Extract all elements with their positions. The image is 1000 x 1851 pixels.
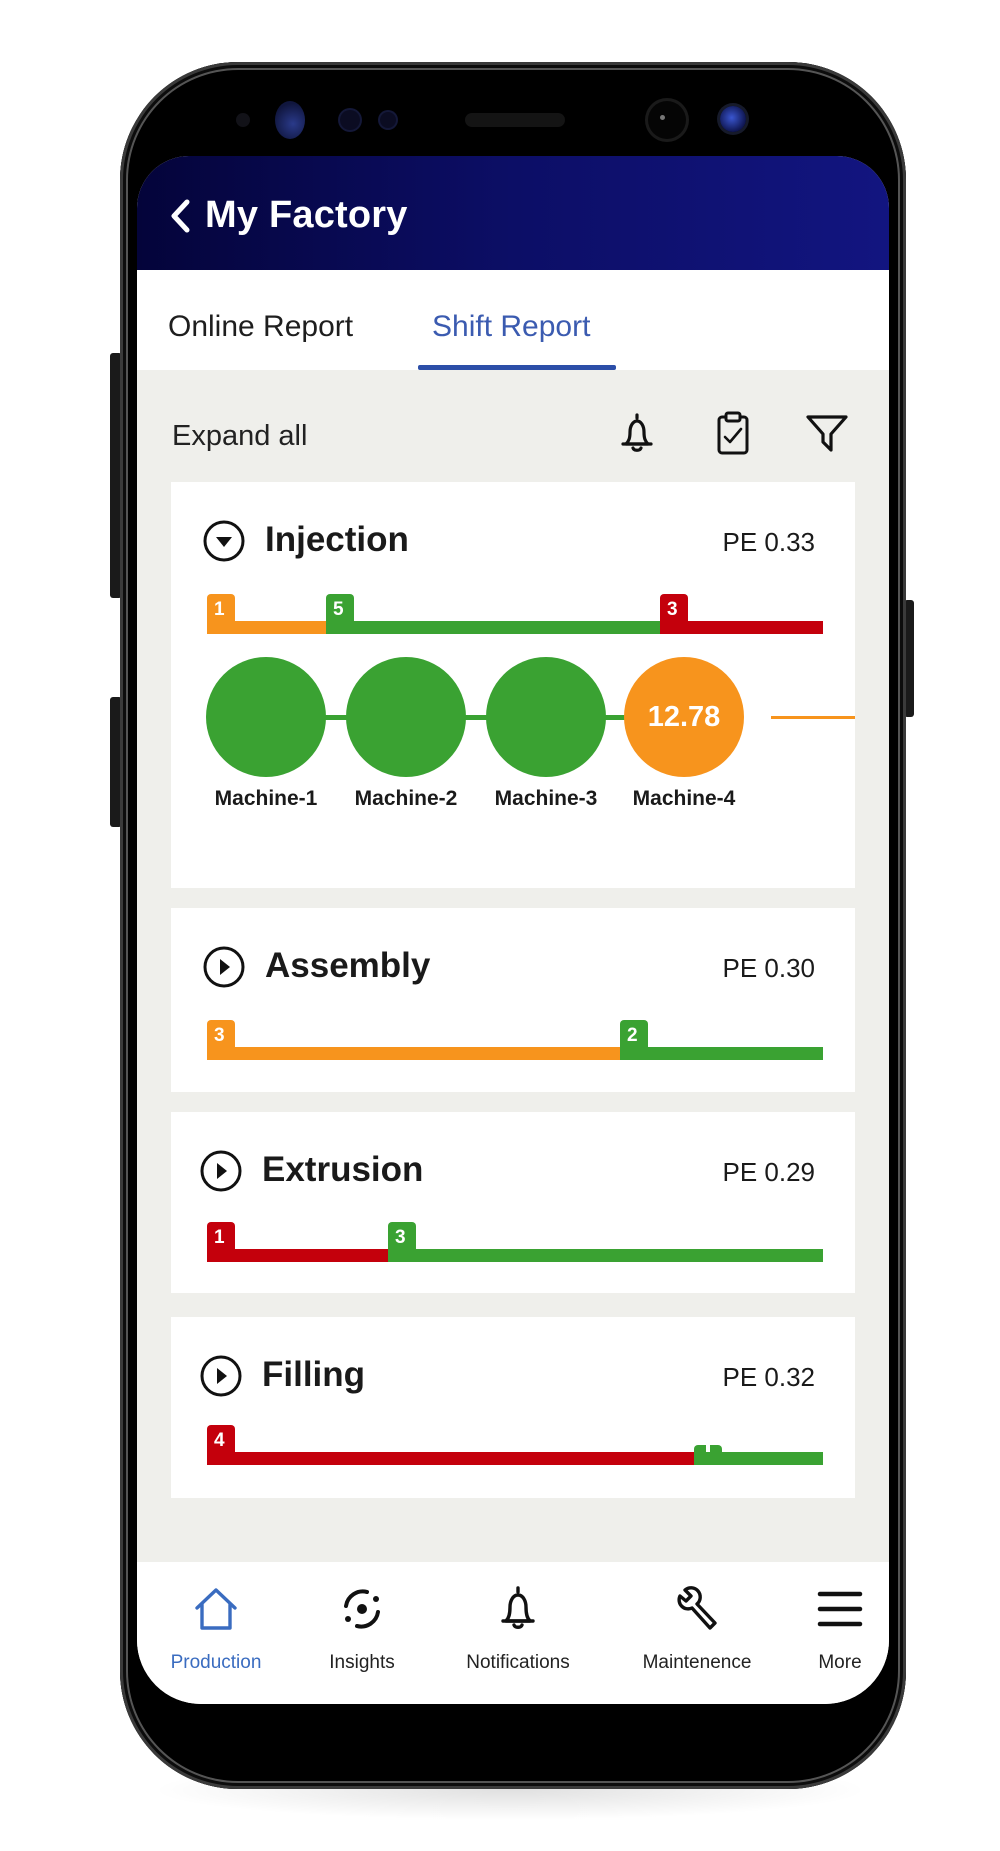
status-count-badge[interactable]: 4: [207, 1425, 235, 1465]
machine-label: Machine-3: [494, 787, 598, 810]
earpiece-speaker: [465, 113, 565, 127]
section-header[interactable]: Extrusion PE 0.29: [171, 1112, 855, 1192]
machine-status-circle: [346, 657, 466, 777]
section-card-filling: Filling PE 0.32 4: [171, 1317, 855, 1498]
section-title: Extrusion: [262, 1150, 424, 1189]
bell-icon: [501, 1586, 535, 1629]
front-camera: [648, 101, 686, 139]
machine-status-circle: [206, 657, 326, 777]
machine-node[interactable]: Machine-1: [206, 657, 326, 811]
proximity-sensor: [236, 113, 250, 127]
expand-toggle-icon[interactable]: [199, 1354, 243, 1398]
status-segment-green: [620, 1047, 823, 1060]
status-count-badge[interactable]: 1: [207, 594, 235, 634]
nav-item-more[interactable]: More: [770, 1584, 889, 1674]
status-count-badge[interactable]: 2: [620, 1020, 648, 1060]
bottom-nav: Production Insights Notifications Mainte…: [137, 1562, 889, 1704]
nav-label: Production: [170, 1652, 262, 1673]
app-header: My Factory: [137, 156, 889, 270]
pe-value: PE 0.33: [722, 527, 815, 557]
status-segment-green: [326, 621, 660, 634]
status-bar: 4: [207, 1423, 823, 1465]
report-tabs: Online Report Shift Report: [137, 270, 889, 370]
expand-toggle-icon[interactable]: [199, 1149, 243, 1193]
machine-status-circle: 12.78: [624, 657, 744, 777]
section-title: Assembly: [265, 946, 431, 985]
iris-camera: [720, 106, 746, 132]
nav-label: Insights: [329, 1652, 395, 1673]
page-title: My Factory: [205, 194, 408, 236]
section-title: Injection: [265, 520, 409, 559]
status-bar: 13: [207, 1220, 823, 1262]
machine-status-circle: [486, 657, 606, 777]
section-header[interactable]: Assembly PE 0.30: [171, 908, 855, 988]
section-header[interactable]: Injection PE 0.33: [171, 482, 855, 562]
status-segment-red: [207, 1452, 694, 1465]
status-bar: 32: [207, 1018, 823, 1060]
chevron-left-icon[interactable]: [165, 196, 195, 236]
tab-online-report[interactable]: Online Report: [168, 310, 353, 344]
tab-shift-report[interactable]: Shift Report: [432, 310, 590, 344]
home-icon: [195, 1588, 237, 1630]
status-count-badge[interactable]: 5: [326, 594, 354, 634]
machine-label: Machine-1: [214, 787, 318, 810]
section-card-extrusion: Extrusion PE 0.29 13: [171, 1112, 855, 1293]
machine-node[interactable]: 12.78 Machine-4: [624, 657, 744, 811]
toolbar: Expand all: [137, 370, 889, 470]
pe-value: PE 0.30: [722, 953, 815, 983]
pe-value: PE 0.29: [722, 1157, 815, 1187]
nav-item-maintenence[interactable]: Maintenence: [627, 1584, 767, 1674]
expand-toggle-icon[interactable]: [202, 945, 246, 989]
status-count-badge[interactable]: 3: [660, 594, 688, 634]
filter-icon[interactable]: [804, 410, 850, 456]
bell-icon[interactable]: [614, 410, 660, 456]
status-count-badge[interactable]: 1: [207, 1222, 235, 1262]
status-segment-green: [388, 1249, 823, 1262]
status-count-badge[interactable]: 3: [207, 1020, 235, 1060]
led-sensor: [380, 112, 396, 128]
clipboard-check-icon[interactable]: [710, 410, 756, 456]
machine-link: [771, 716, 855, 719]
iris-scanner: [275, 101, 305, 139]
machine-node[interactable]: Machine-2: [346, 657, 466, 811]
section-header[interactable]: Filling PE 0.32: [171, 1317, 855, 1397]
insights-icon: [344, 1589, 380, 1629]
nav-label: More: [818, 1652, 862, 1673]
machine-label: Machine-4: [632, 787, 736, 810]
status-segment-orange: [207, 1047, 620, 1060]
collapse-toggle-icon[interactable]: [202, 519, 246, 563]
status-count-badge[interactable]: [694, 1445, 722, 1465]
wrench-icon: [677, 1586, 717, 1630]
section-card-injection: Injection PE 0.33 1 5 3 Machine-1 Machine-…: [171, 482, 855, 888]
status-count-badge[interactable]: 3: [388, 1222, 416, 1262]
machine-node[interactable]: Machine-3: [486, 657, 606, 811]
nav-item-production[interactable]: Production: [146, 1584, 286, 1674]
section-card-assembly: Assembly PE 0.30 32: [171, 908, 855, 1092]
nav-label: Maintenence: [642, 1652, 752, 1673]
expand-all-button[interactable]: Expand all: [172, 420, 307, 453]
section-title: Filling: [262, 1355, 366, 1394]
machine-flow: Machine-1 Machine-2 Machine-3 12.78 Mach…: [171, 657, 855, 827]
status-bar: 1 5 3: [207, 592, 823, 634]
menu-icon: [817, 1591, 863, 1627]
pe-value: PE 0.32: [722, 1362, 815, 1392]
machine-label: Machine-2: [354, 787, 458, 810]
nav-item-insights[interactable]: Insights: [292, 1584, 432, 1674]
nav-label: Notifications: [466, 1652, 570, 1673]
light-sensor: [340, 110, 360, 130]
screen: My Factory Online Report Shift Report Ex…: [137, 156, 889, 1704]
nav-item-notifications[interactable]: Notifications: [448, 1584, 588, 1674]
